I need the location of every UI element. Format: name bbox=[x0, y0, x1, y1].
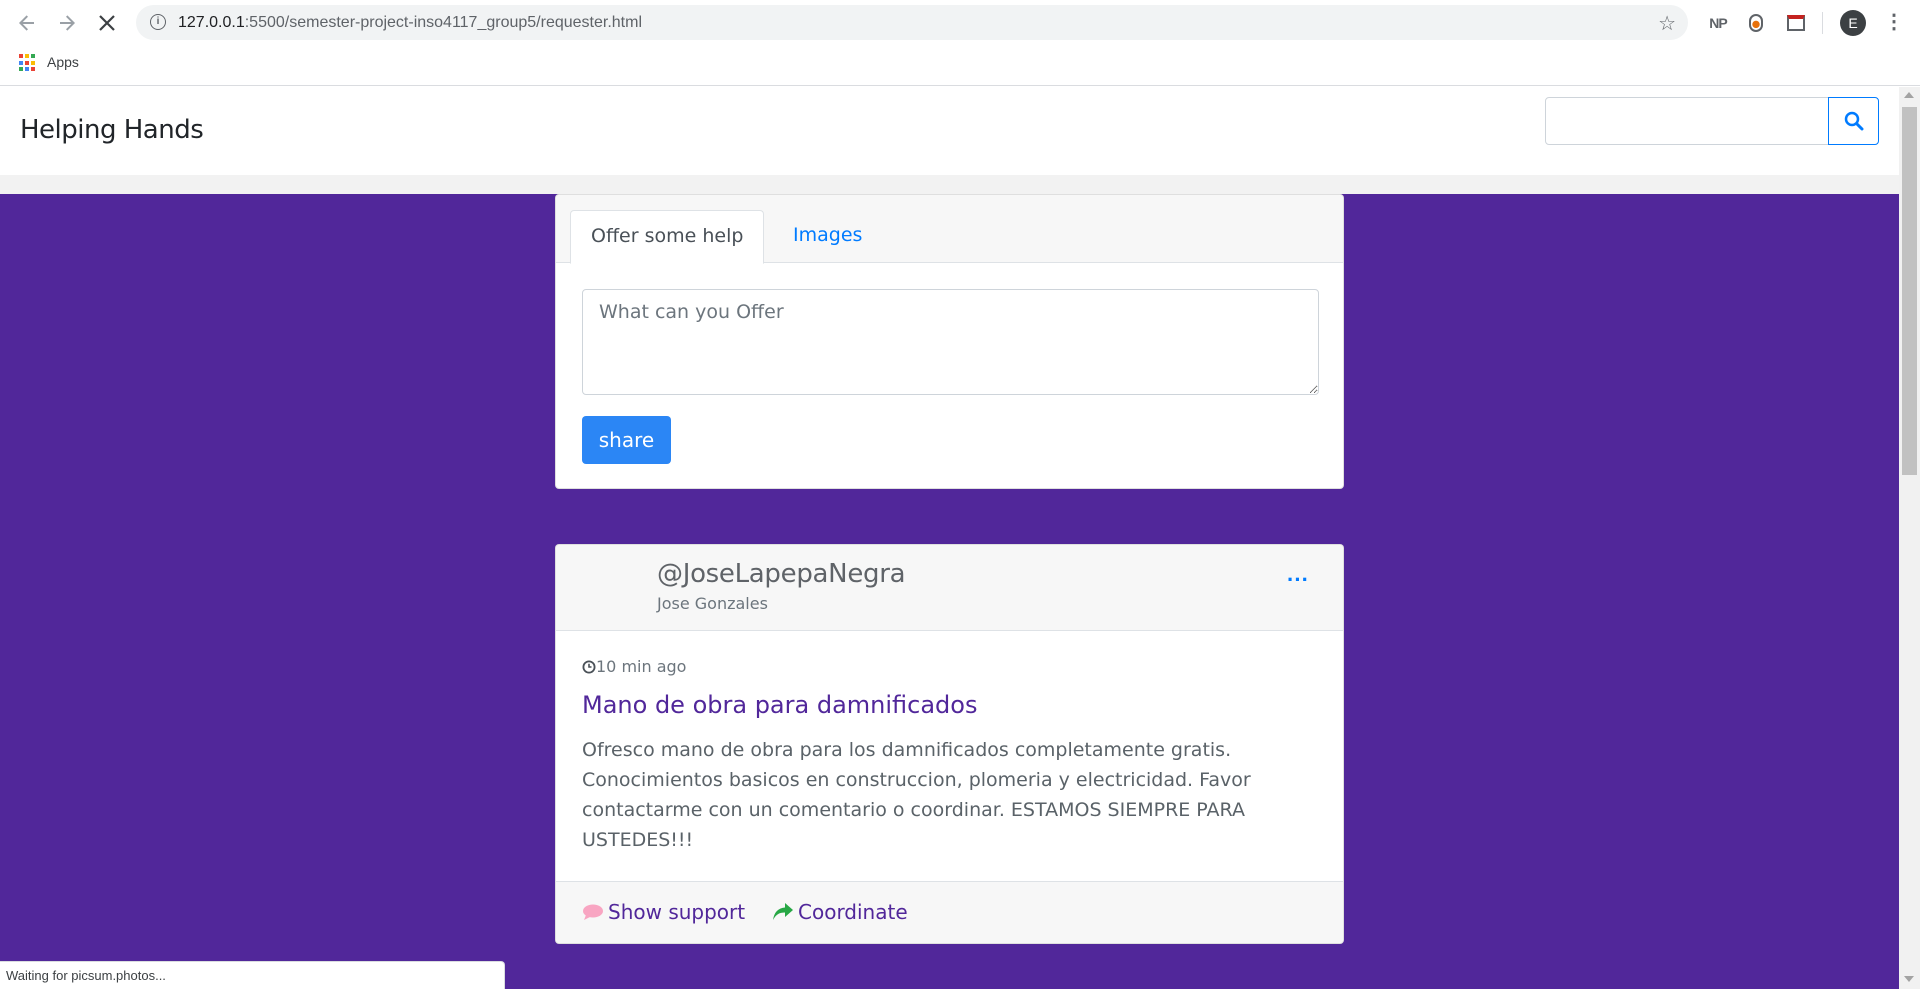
clock-icon bbox=[582, 660, 596, 673]
scrollbar-thumb[interactable] bbox=[1902, 107, 1917, 475]
search-input[interactable] bbox=[1545, 97, 1829, 145]
compose-tabs: Offer some help Images bbox=[556, 195, 1343, 264]
browser-status-bar: Waiting for picsum.photos... bbox=[0, 961, 505, 989]
show-support-button[interactable]: Show support bbox=[582, 900, 745, 924]
site-header: Helping Hands bbox=[0, 87, 1899, 175]
toolbar-divider bbox=[1822, 12, 1823, 34]
profile-avatar[interactable]: E bbox=[1840, 10, 1866, 36]
search-icon bbox=[1844, 111, 1863, 131]
offer-textarea[interactable] bbox=[582, 289, 1319, 395]
show-support-label: Show support bbox=[608, 900, 746, 924]
coordinate-label: Coordinate bbox=[798, 900, 908, 924]
search-button[interactable] bbox=[1828, 97, 1879, 145]
time-ago: 10 min ago bbox=[596, 657, 687, 676]
brand-title[interactable]: Helping Hands bbox=[20, 115, 204, 145]
post-card: @JoseLapepaNegra Jose Gonzales ··· 10 mi… bbox=[555, 544, 1344, 944]
post-footer: Show support Coordinate bbox=[556, 881, 1343, 943]
browser-chrome: i 127.0.0.1:5500/semester-project-inso41… bbox=[0, 0, 1920, 86]
scroll-down-arrow-icon[interactable] bbox=[1904, 976, 1914, 982]
stop-loading-icon[interactable] bbox=[93, 9, 121, 37]
post-body: Ofresco mano de obra para los damnificad… bbox=[582, 739, 1251, 851]
tab-images[interactable]: Images bbox=[773, 210, 882, 264]
scroll-up-arrow-icon[interactable] bbox=[1904, 92, 1914, 98]
page-content: Helping Hands Offer some help Images sha… bbox=[0, 87, 1899, 989]
coordinate-button[interactable]: Coordinate bbox=[772, 900, 908, 924]
comment-icon bbox=[583, 904, 603, 920]
tab-offer-some-help[interactable]: Offer some help bbox=[570, 210, 765, 264]
post-handle[interactable]: @JoseLapepaNegra bbox=[657, 559, 906, 589]
browser-toolbar: i 127.0.0.1:5500/semester-project-inso41… bbox=[0, 0, 1920, 46]
forward-arrow-icon[interactable] bbox=[53, 9, 81, 37]
url-text[interactable]: 127.0.0.1:5500/semester-project-inso4117… bbox=[178, 14, 642, 32]
address-bar[interactable]: i 127.0.0.1:5500/semester-project-inso41… bbox=[136, 5, 1688, 40]
browser-menu-icon[interactable]: ⋮ bbox=[1884, 10, 1904, 36]
apps-bookmark[interactable]: Apps bbox=[47, 54, 79, 70]
url-host: 127.0.0.1 bbox=[178, 14, 245, 31]
more-options-button[interactable]: ··· bbox=[1283, 569, 1313, 597]
extension-icon[interactable] bbox=[1745, 11, 1767, 35]
share-arrow-icon bbox=[773, 903, 793, 920]
bookmarks-bar bbox=[0, 46, 1920, 86]
share-button[interactable]: share bbox=[582, 416, 671, 464]
post-header: @JoseLapepaNegra Jose Gonzales ··· bbox=[556, 545, 1343, 631]
post-author-name: Jose Gonzales bbox=[657, 594, 768, 613]
avatar bbox=[576, 559, 646, 617]
extension-icon[interactable] bbox=[1784, 11, 1808, 35]
url-path: :5500/semester-project-inso4117_group5/r… bbox=[244, 14, 642, 31]
back-arrow-icon[interactable] bbox=[13, 9, 41, 37]
np-extension-icon[interactable]: NP bbox=[1704, 11, 1732, 35]
post-timestamp: 10 min ago bbox=[582, 657, 686, 676]
bookmark-star-icon[interactable]: ☆ bbox=[1658, 11, 1676, 36]
site-info-icon[interactable]: i bbox=[150, 14, 166, 30]
post-title[interactable]: Mano de obra para damnificados bbox=[582, 691, 977, 719]
offer-compose-card: Offer some help Images share bbox=[555, 194, 1344, 489]
apps-grid-icon[interactable] bbox=[19, 54, 37, 72]
